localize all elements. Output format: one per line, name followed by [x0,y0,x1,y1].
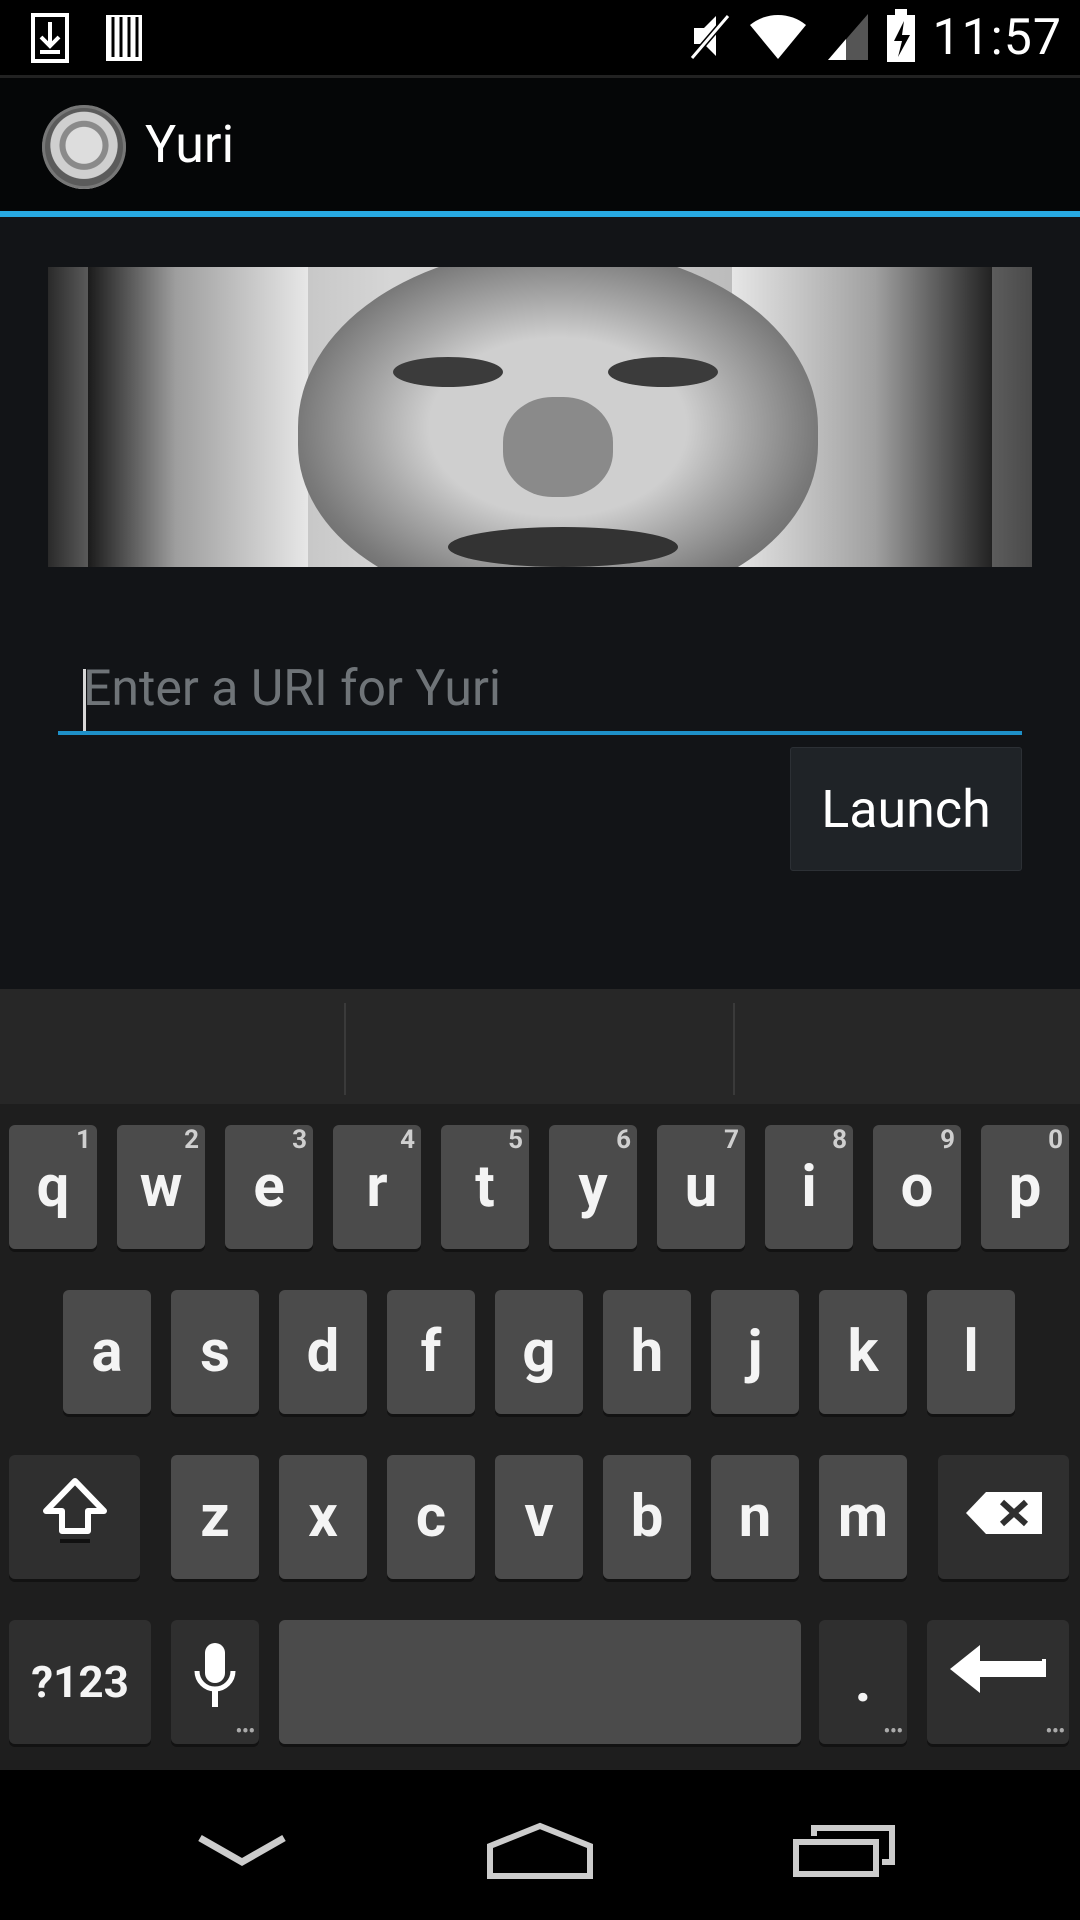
recents-icon[interactable] [792,1824,896,1882]
key-label: r [366,1153,388,1221]
key-e[interactable]: e3 [225,1125,313,1249]
key-f[interactable]: f [387,1290,475,1414]
more-dots-icon: ••• [1045,1721,1065,1742]
key-hint: 6 [616,1125,631,1155]
key-label: i [801,1153,817,1221]
key-v[interactable]: v [495,1455,583,1579]
key-p[interactable]: p0 [981,1125,1069,1249]
enter-key[interactable]: ••• [927,1620,1069,1744]
helmet-left [88,267,308,567]
key-label: w [139,1153,183,1221]
key-g[interactable]: g [495,1290,583,1414]
period-key[interactable]: . ••• [819,1620,907,1744]
period-label: . [854,1648,872,1716]
left-eye [393,357,503,387]
key-hint: 1 [76,1125,91,1155]
voice-input-key[interactable]: ••• [171,1620,259,1744]
key-x[interactable]: x [279,1455,367,1579]
mouth [448,527,678,567]
key-n[interactable]: n [711,1455,799,1579]
key-label: u [684,1153,718,1221]
battery-charging-icon [886,9,916,67]
right-eye [608,357,718,387]
key-label: p [1008,1153,1042,1221]
key-w[interactable]: w2 [117,1125,205,1249]
more-dots-icon: ••• [235,1721,255,1742]
app-title: Yuri [145,114,235,175]
suggestion-divider [344,1003,346,1095]
key-s[interactable]: s [171,1290,259,1414]
sd-card-icon [104,13,144,67]
back-icon[interactable] [196,1832,288,1872]
key-hint: 7 [724,1125,739,1155]
key-hint: 3 [292,1125,307,1155]
key-u[interactable]: u7 [657,1125,745,1249]
key-h[interactable]: h [603,1290,691,1414]
key-d[interactable]: d [279,1290,367,1414]
key-hint: 2 [184,1125,199,1155]
status-right: 11:57 [688,6,1062,70]
main-content: Launch [0,217,1080,989]
enter-arrow-icon [946,1644,1050,1720]
key-o[interactable]: o9 [873,1125,961,1249]
text-cursor [83,669,86,731]
key-hint: 9 [940,1125,955,1155]
navigation-bar [0,1770,1080,1920]
key-t[interactable]: t5 [441,1125,529,1249]
suggestion-strip [0,989,1080,1104]
launch-button[interactable]: Launch [790,747,1022,871]
key-hint: 5 [508,1125,523,1155]
key-label: t [475,1153,495,1221]
muted-speaker-icon [688,10,732,66]
action-bar: Yuri [0,75,1080,216]
signal-icon [824,10,870,66]
app-icon[interactable] [42,105,126,189]
key-label: q [36,1153,70,1221]
face [298,267,818,567]
wifi-icon [748,11,808,65]
key-z[interactable]: z [171,1455,259,1579]
key-l[interactable]: l [927,1290,1015,1414]
status-time: 11:57 [932,9,1062,67]
shift-key[interactable] [9,1455,140,1579]
key-j[interactable]: j [711,1290,799,1414]
backspace-key[interactable] [938,1455,1069,1579]
microphone-icon [191,1639,239,1726]
suggestion-divider [733,1003,735,1095]
key-hint: 8 [832,1125,847,1155]
shift-icon [40,1475,110,1560]
astronaut-banner-image [48,267,1032,567]
key-m[interactable]: m [819,1455,907,1579]
key-hint: 0 [1048,1125,1063,1155]
key-b[interactable]: b [603,1455,691,1579]
symbols-key[interactable]: ?123 [9,1620,151,1744]
download-icon [30,12,70,68]
backspace-icon [964,1483,1044,1551]
key-c[interactable]: c [387,1455,475,1579]
key-label: o [900,1153,934,1221]
key-i[interactable]: i8 [765,1125,853,1249]
status-bar: 11:57 [0,0,1080,75]
key-a[interactable]: a [63,1290,151,1414]
space-key[interactable] [279,1620,801,1744]
key-hint: 4 [400,1125,415,1155]
soft-keyboard: q1 w2 e3 r4 t5 y6 u7 i8 o9 p0 a s d f g … [0,989,1080,1770]
nose [503,397,613,497]
key-q[interactable]: q1 [9,1125,97,1249]
key-label: y [578,1153,608,1221]
key-r[interactable]: r4 [333,1125,421,1249]
home-icon[interactable] [486,1822,594,1884]
key-label: e [253,1153,285,1221]
status-left [30,12,144,68]
uri-input[interactable] [58,647,1022,735]
more-dots-icon: ••• [883,1721,903,1742]
key-k[interactable]: k [819,1290,907,1414]
key-y[interactable]: y6 [549,1125,637,1249]
